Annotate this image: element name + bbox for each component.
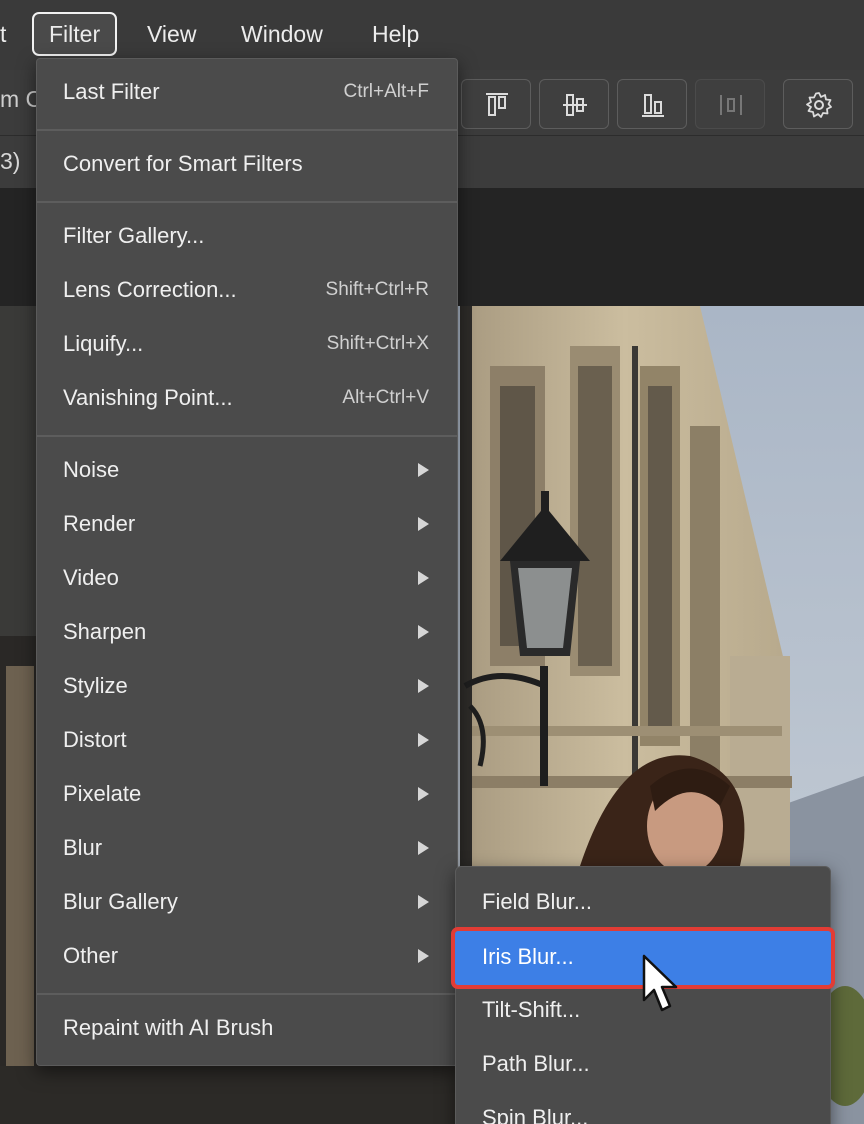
distribute-icon [720, 95, 742, 115]
menu-item-video[interactable]: Video [37, 553, 457, 607]
align-top-button[interactable] [461, 79, 531, 129]
menu-edit-partial[interactable]: t [0, 12, 6, 56]
repaint-label: Repaint with AI Brush [63, 1015, 274, 1040]
menu-filter[interactable]: Filter [32, 12, 118, 56]
menu-item-other[interactable]: Other [37, 931, 457, 985]
settings-button[interactable] [783, 79, 853, 129]
last-filter-label: Last Filter [63, 79, 160, 104]
menu-item-lens-correction[interactable]: Lens Correction... Shift+Ctrl+R [37, 265, 457, 319]
lens-correction-shortcut: Shift+Ctrl+R [325, 279, 429, 300]
vanishing-point-label: Vanishing Point... [63, 385, 233, 410]
submenu-arrow-icon [418, 625, 429, 639]
video-label: Video [63, 565, 119, 590]
submenu-arrow-icon [418, 517, 429, 531]
menu-item-last-filter[interactable]: Last Filter Ctrl+Alt+F [37, 67, 457, 121]
menu-separator [37, 129, 457, 131]
submenu-arrow-icon [418, 679, 429, 693]
menu-item-liquify[interactable]: Liquify... Shift+Ctrl+X [37, 319, 457, 373]
submenu-arrow-icon [418, 895, 429, 909]
submenu-item-field-blur[interactable]: Field Blur... [456, 877, 830, 931]
menu-item-filter-gallery[interactable]: Filter Gallery... [37, 211, 457, 265]
other-label: Other [63, 943, 119, 968]
blur-label: Blur [63, 835, 103, 860]
align-vertical-center-button[interactable] [539, 79, 609, 129]
align-vertical-center-icon [563, 94, 587, 116]
spin-blur-label: Spin Blur... [482, 1105, 589, 1124]
menu-item-repaint-ai-brush[interactable]: Repaint with AI Brush [37, 1003, 457, 1057]
submenu-item-spin-blur[interactable]: Spin Blur... [456, 1093, 830, 1124]
menu-separator [37, 201, 457, 203]
menu-item-stylize[interactable]: Stylize [37, 661, 457, 715]
submenu-arrow-icon [418, 841, 429, 855]
render-label: Render [63, 511, 136, 536]
menu-item-vanishing-point[interactable]: Vanishing Point... Alt+Ctrl+V [37, 373, 457, 427]
menu-item-blur[interactable]: Blur [37, 823, 457, 877]
menu-item-render[interactable]: Render [37, 499, 457, 553]
field-blur-label: Field Blur... [482, 889, 593, 914]
submenu-arrow-icon [418, 571, 429, 585]
align-top-icon [486, 93, 508, 116]
menu-help[interactable]: Help [372, 12, 419, 56]
tilt-shift-label: Tilt-Shift... [482, 997, 581, 1022]
sharpen-label: Sharpen [63, 619, 147, 644]
menu-window[interactable]: Window [241, 12, 323, 56]
menu-item-sharpen[interactable]: Sharpen [37, 607, 457, 661]
last-filter-shortcut: Ctrl+Alt+F [343, 81, 429, 102]
path-blur-label: Path Blur... [482, 1051, 590, 1076]
noise-label: Noise [63, 457, 120, 482]
menu-separator [37, 993, 457, 995]
liquify-shortcut: Shift+Ctrl+X [326, 333, 429, 354]
menu-item-blur-gallery[interactable]: Blur Gallery [37, 877, 457, 931]
tab-partial-text[interactable]: 3) [0, 148, 20, 175]
menu-item-noise[interactable]: Noise [37, 445, 457, 499]
menu-view[interactable]: View [147, 12, 196, 56]
submenu-item-path-blur[interactable]: Path Blur... [456, 1039, 830, 1093]
convert-label: Convert for Smart Filters [63, 151, 303, 176]
menu-separator [37, 435, 457, 437]
distribute-button[interactable] [695, 79, 765, 129]
distort-label: Distort [63, 727, 127, 752]
submenu-arrow-icon [418, 787, 429, 801]
align-bottom-icon [642, 94, 664, 117]
stylize-label: Stylize [63, 673, 128, 698]
filter-menu: Last Filter Ctrl+Alt+F Convert for Smart… [36, 58, 458, 1066]
vanishing-point-shortcut: Alt+Ctrl+V [342, 387, 429, 408]
menu-item-pixelate[interactable]: Pixelate [37, 769, 457, 823]
blur-gallery-label: Blur Gallery [63, 889, 178, 914]
mouse-cursor-icon [642, 954, 678, 1012]
liquify-label: Liquify... [63, 331, 144, 356]
submenu-arrow-icon [418, 463, 429, 477]
menu-item-convert-smart-filters[interactable]: Convert for Smart Filters [37, 139, 457, 193]
gear-icon [806, 92, 832, 118]
filter-gallery-label: Filter Gallery... [63, 223, 205, 248]
pixelate-label: Pixelate [63, 781, 142, 806]
submenu-arrow-icon [418, 949, 429, 963]
submenu-arrow-icon [418, 733, 429, 747]
iris-blur-label: Iris Blur... [482, 944, 574, 969]
menu-item-distort[interactable]: Distort [37, 715, 457, 769]
align-bottom-button[interactable] [617, 79, 687, 129]
lens-correction-label: Lens Correction... [63, 277, 237, 302]
